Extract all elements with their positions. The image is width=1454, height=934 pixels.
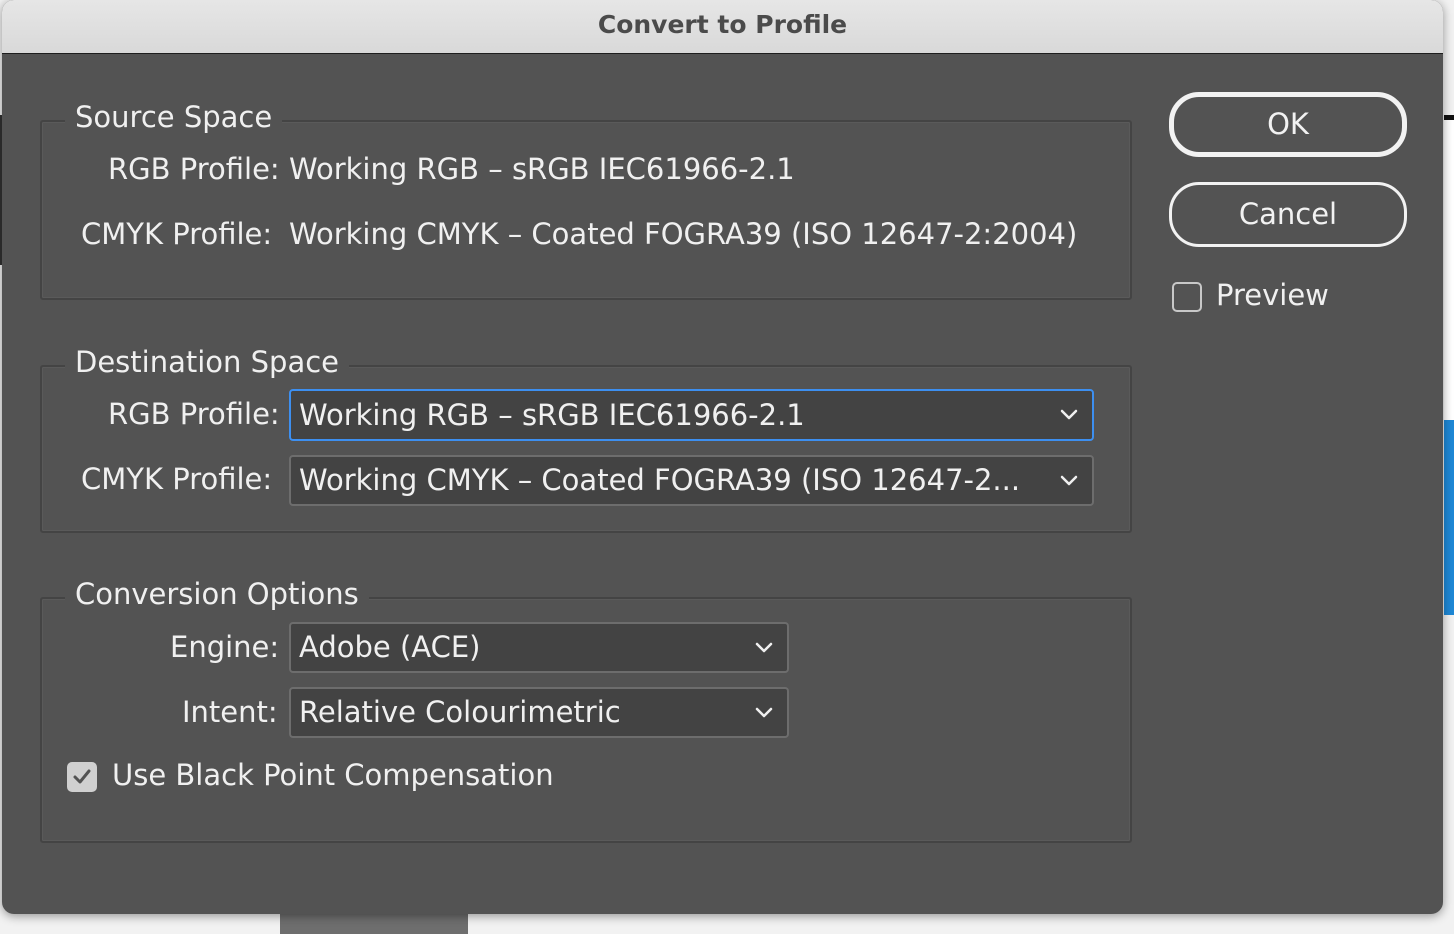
cancel-button-label: Cancel bbox=[1238, 197, 1338, 231]
intent-selected: Relative Colourimetric bbox=[299, 695, 621, 729]
preview-label[interactable]: Preview bbox=[1216, 278, 1329, 312]
source-cmyk-value: Working CMYK – Coated FOGRA39 (ISO 12647… bbox=[289, 217, 1078, 251]
destination-space-legend: Destination Space bbox=[65, 345, 350, 379]
destination-rgb-select[interactable]: Working RGB – sRGB IEC61966-2.1 bbox=[289, 389, 1094, 441]
engine-label: Engine: bbox=[170, 630, 280, 664]
destination-rgb-selected: Working RGB – sRGB IEC61966-2.1 bbox=[299, 398, 805, 432]
background-thumbnail bbox=[280, 912, 468, 934]
intent-select[interactable]: Relative Colourimetric bbox=[289, 687, 789, 738]
source-rgb-label: RGB Profile: bbox=[108, 152, 280, 186]
chevron-down-icon bbox=[755, 642, 773, 653]
checkmark-icon bbox=[73, 769, 91, 784]
dialog-title: Convert to Profile bbox=[597, 10, 848, 39]
engine-select[interactable]: Adobe (ACE) bbox=[289, 622, 789, 673]
black-point-checkbox[interactable] bbox=[67, 762, 97, 792]
convert-to-profile-dialog: Convert to Profile Source Space RGB Prof… bbox=[2, 0, 1443, 914]
chevron-down-icon bbox=[1060, 475, 1078, 486]
black-point-label[interactable]: Use Black Point Compensation bbox=[112, 758, 554, 792]
dialog-titlebar[interactable]: Convert to Profile bbox=[2, 0, 1443, 54]
destination-cmyk-label: CMYK Profile: bbox=[81, 462, 273, 496]
source-space-group bbox=[40, 120, 1132, 300]
chevron-down-icon bbox=[755, 707, 773, 718]
cancel-button[interactable]: Cancel bbox=[1169, 182, 1407, 247]
ok-button[interactable]: OK bbox=[1169, 92, 1407, 157]
conversion-options-legend: Conversion Options bbox=[65, 577, 369, 611]
ok-button-label: OK bbox=[1267, 107, 1309, 141]
background-panel bbox=[1444, 115, 1454, 420]
engine-selected: Adobe (ACE) bbox=[299, 630, 481, 664]
source-cmyk-label: CMYK Profile: bbox=[81, 217, 273, 251]
destination-rgb-label: RGB Profile: bbox=[108, 397, 280, 431]
preview-checkbox[interactable] bbox=[1172, 282, 1202, 312]
chevron-down-icon bbox=[1060, 409, 1078, 420]
source-space-legend: Source Space bbox=[65, 100, 283, 134]
destination-cmyk-select[interactable]: Working CMYK – Coated FOGRA39 (ISO 12647… bbox=[289, 455, 1094, 506]
intent-label: Intent: bbox=[182, 695, 278, 729]
destination-cmyk-selected: Working CMYK – Coated FOGRA39 (ISO 12647… bbox=[299, 463, 1021, 497]
source-rgb-value: Working RGB – sRGB IEC61966-2.1 bbox=[289, 152, 795, 186]
